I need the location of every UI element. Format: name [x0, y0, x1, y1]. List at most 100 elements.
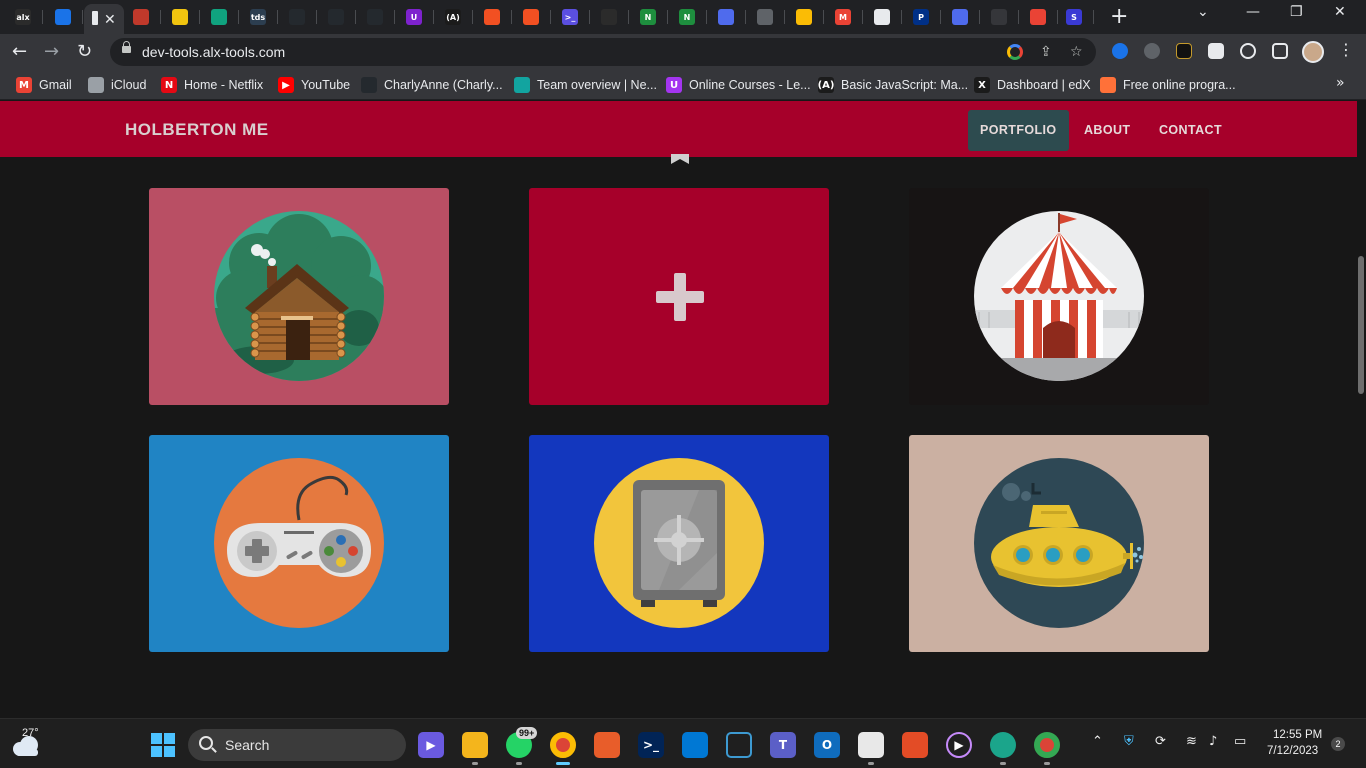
browser-tab[interactable] — [596, 6, 622, 28]
start-button[interactable] — [151, 733, 175, 757]
wifi-icon[interactable]: ≋ — [1186, 734, 1197, 749]
portfolio-item-circus[interactable] — [909, 188, 1209, 405]
browser-tab[interactable]: tds — [245, 6, 271, 28]
store-icon[interactable] — [858, 732, 884, 758]
browser-tab[interactable] — [284, 6, 310, 28]
browser-tab[interactable] — [1025, 6, 1051, 28]
bookmark-item[interactable]: (A) Basic JavaScript: Ma... — [818, 76, 968, 94]
extension-icon[interactable] — [1144, 43, 1160, 59]
bookmark-item[interactable]: ▶ YouTube — [278, 76, 350, 94]
teams-icon[interactable]: T — [770, 732, 796, 758]
browser-tab[interactable]: N — [635, 6, 661, 28]
bookmark-item[interactable]: N Home - Netflix — [161, 76, 263, 94]
extension-icon[interactable] — [1112, 43, 1128, 59]
url-text[interactable]: dev-tools.alx-tools.com — [142, 44, 285, 60]
close-window-button[interactable]: ✕ — [1334, 4, 1346, 20]
browser-tab[interactable] — [50, 6, 76, 28]
virtualbox-icon[interactable] — [726, 732, 752, 758]
media-player-icon[interactable]: ▶ — [946, 732, 972, 758]
portfolio-item-game-controller[interactable] — [149, 435, 449, 652]
portfolio-item-add[interactable] — [529, 188, 829, 405]
bookmark-item[interactable]: U Online Courses - Le... — [666, 76, 811, 94]
browser-tab[interactable]: >_ — [557, 6, 583, 28]
scrollbar-thumb[interactable] — [1358, 256, 1364, 394]
edge-icon[interactable] — [990, 732, 1016, 758]
browser-tab[interactable] — [947, 6, 973, 28]
minimize-button[interactable]: — — [1246, 4, 1260, 20]
new-tab-button[interactable]: + — [1110, 5, 1128, 29]
bookmark-item[interactable]: iCloud — [88, 76, 146, 94]
chrome-icon[interactable] — [550, 732, 576, 758]
browser-tab[interactable]: (A) — [440, 6, 466, 28]
browser-tab[interactable] — [791, 6, 817, 28]
portfolio-item-cabin[interactable] — [149, 188, 449, 405]
security-shield-icon[interactable]: ⛨ — [1124, 734, 1134, 749]
bookmark-item[interactable]: CharlyAnne (Charly... — [361, 76, 503, 94]
nav-contact[interactable]: CONTACT — [1147, 110, 1234, 151]
reload-button[interactable]: ↻ — [77, 41, 92, 63]
nav-portfolio[interactable]: PORTFOLIO — [968, 110, 1069, 151]
google-lens-icon[interactable] — [1007, 44, 1023, 60]
browser-tab[interactable]: U — [401, 6, 427, 28]
browser-tab[interactable] — [206, 6, 232, 28]
forward-button[interactable]: → — [44, 41, 59, 63]
browser-tab[interactable] — [869, 6, 895, 28]
browser-tab[interactable] — [323, 6, 349, 28]
bookmark-item[interactable]: Free online progra... — [1100, 76, 1236, 94]
meet-app-icon[interactable]: ▶ — [418, 732, 444, 758]
powershell-icon[interactable]: >_ — [638, 732, 664, 758]
portfolio-item-submarine[interactable] — [909, 435, 1209, 652]
browser-tab[interactable] — [167, 6, 193, 28]
share-icon[interactable]: ⇪ — [1040, 44, 1052, 60]
side-panel-icon[interactable] — [1272, 43, 1288, 59]
taskbar-search[interactable]: Search — [188, 729, 406, 761]
page-scrollbar[interactable] — [1357, 101, 1366, 718]
outlook-icon[interactable]: O — [814, 732, 840, 758]
tab-active[interactable]: ✕ — [84, 4, 124, 34]
more-bookmarks-icon[interactable]: » — [1336, 75, 1345, 91]
bookmark-star-icon[interactable]: ☆ — [1070, 44, 1083, 60]
extensions-puzzle-icon[interactable] — [1208, 43, 1224, 59]
browser-tab[interactable]: S — [1061, 6, 1087, 28]
browser-tab[interactable] — [518, 6, 544, 28]
bookmark-item[interactable]: M Gmail — [16, 76, 72, 94]
browser-tab[interactable]: alx — [10, 6, 36, 28]
browser-tab[interactable] — [128, 6, 154, 28]
volume-icon[interactable]: ♪ — [1209, 734, 1217, 749]
address-bar[interactable]: dev-tools.alx-tools.com ⇪ ☆ — [110, 38, 1096, 66]
extension-icon[interactable] — [1176, 43, 1192, 59]
browser-tab[interactable]: P — [908, 6, 934, 28]
show-hidden-icons[interactable]: ⌃ — [1092, 734, 1103, 749]
browser-tab[interactable] — [752, 6, 778, 28]
file-explorer-icon[interactable] — [462, 732, 488, 758]
portfolio-item-safe[interactable] — [529, 435, 829, 652]
sync-icon[interactable]: ⟳ — [1155, 734, 1166, 749]
close-tab-icon[interactable]: ✕ — [104, 9, 116, 29]
nav-about[interactable]: ABOUT — [1072, 110, 1142, 151]
browser-tab[interactable] — [713, 6, 739, 28]
chrome-icon[interactable] — [1034, 732, 1060, 758]
back-button[interactable]: ← — [12, 41, 27, 63]
performance-icon[interactable] — [1240, 43, 1256, 59]
browser-tab[interactable] — [479, 6, 505, 28]
vscode-icon[interactable] — [682, 732, 708, 758]
browser-tab[interactable] — [986, 6, 1012, 28]
weather-temperature[interactable]: 27° — [22, 727, 39, 739]
bookmark-item[interactable]: X Dashboard | edX — [974, 76, 1091, 94]
profile-avatar[interactable] — [1302, 41, 1324, 63]
office-icon[interactable] — [902, 732, 928, 758]
lock-icon[interactable] — [122, 41, 131, 53]
browser-tab[interactable]: M — [830, 6, 856, 28]
bookmark-item[interactable]: Team overview | Ne... — [514, 76, 657, 94]
menu-icon[interactable]: ⋮ — [1338, 41, 1354, 59]
restore-button[interactable]: ❐ — [1290, 4, 1303, 20]
git-icon[interactable] — [594, 732, 620, 758]
notification-count[interactable]: 2 — [1331, 737, 1345, 751]
tab-search-icon[interactable]: ⌄ — [1197, 4, 1209, 20]
browser-tab[interactable] — [362, 6, 388, 28]
browser-tab[interactable]: N — [674, 6, 700, 28]
brand-logo[interactable]: HOLBERTON ME — [125, 120, 269, 140]
clock-time[interactable]: 12:55 PM — [1273, 729, 1322, 741]
clock-date[interactable]: 7/12/2023 — [1267, 745, 1318, 757]
battery-icon[interactable]: ▭ — [1234, 734, 1246, 749]
